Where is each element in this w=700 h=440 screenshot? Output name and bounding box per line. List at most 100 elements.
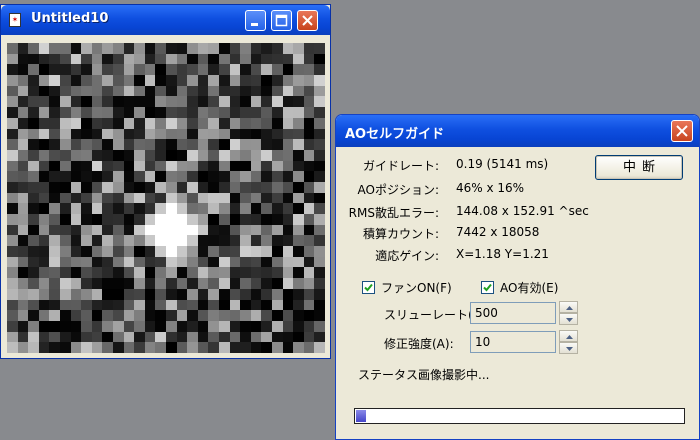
image-pixel: [166, 128, 177, 140]
image-pixel: [134, 320, 145, 332]
image-pixel: [166, 342, 177, 353]
image-pixel: [250, 181, 262, 193]
ao-enable-checkbox[interactable]: AO有効(E): [481, 279, 558, 295]
image-pixel: [49, 214, 60, 225]
image-pixel: [155, 299, 166, 311]
image-pixel: [38, 139, 50, 150]
image-pixel: [155, 203, 166, 215]
image-pixel: [60, 310, 71, 321]
image-pixel: [113, 64, 124, 76]
dialog-close-button[interactable]: [671, 120, 693, 142]
image-pixel: [28, 310, 39, 321]
image-pixel: [197, 203, 209, 215]
image-pixel: [70, 64, 82, 76]
image-pixel: [293, 43, 304, 54]
fan-on-checkbox[interactable]: ファンON(F): [362, 279, 452, 295]
image-pixel: [250, 342, 262, 353]
image-pixel: [7, 288, 18, 300]
image-pixel: [272, 160, 283, 172]
minimize-button[interactable]: [245, 10, 266, 31]
image-pixel: [60, 85, 71, 97]
image-pixel: [261, 64, 272, 76]
image-pixel: [102, 235, 113, 247]
image-pixel: [113, 117, 124, 129]
image-pixel: [208, 181, 219, 193]
image-pixel: [314, 160, 325, 172]
image-pixel: [261, 256, 272, 268]
image-pixel: [81, 64, 92, 76]
image-pixel: [7, 246, 18, 257]
adaptive-gain-value: X=1.18 Y=1.21: [456, 247, 549, 261]
checkbox-box[interactable]: [362, 280, 375, 294]
image-pixel: [134, 85, 145, 97]
image-pixel: [261, 149, 272, 161]
image-pixel: [187, 64, 198, 76]
image-pixel: [70, 171, 82, 182]
image-pixel: [60, 43, 71, 54]
image-pixel: [28, 235, 39, 247]
slew-rate-spinner[interactable]: [559, 301, 578, 325]
slew-rate-input[interactable]: 500: [470, 302, 556, 324]
dialog-titlebar[interactable]: AOセルフガイド: [336, 115, 699, 147]
image-pixel: [208, 235, 219, 247]
image-pixel: [28, 214, 39, 225]
spin-down-button[interactable]: [559, 342, 578, 354]
image-pixel: [81, 75, 92, 86]
image-pixel: [229, 256, 241, 268]
image-pixel: [38, 64, 50, 76]
app-document-icon[interactable]: ✶: [9, 13, 21, 27]
arrow-down-icon: [566, 318, 573, 322]
image-pixel: [272, 224, 283, 236]
image-window-titlebar[interactable]: ✶ Untitled10: [1, 5, 330, 35]
spin-up-button[interactable]: [559, 330, 578, 342]
image-pixel: [155, 342, 166, 353]
image-pixel: [102, 160, 113, 172]
image-pixel: [229, 224, 241, 236]
image-pixel: [17, 203, 29, 215]
image-pixel: [7, 342, 18, 353]
image-pixel: [60, 192, 71, 204]
image-pixel: [155, 160, 166, 172]
image-pixel: [91, 43, 103, 54]
image-pixel: [7, 139, 18, 150]
image-pixel: [7, 235, 18, 247]
image-close-button[interactable]: [297, 10, 318, 31]
stop-button[interactable]: 中断: [595, 155, 683, 180]
maximize-button[interactable]: [271, 10, 292, 31]
image-pixel: [17, 192, 29, 204]
image-pixel: [70, 299, 82, 311]
image-pixel: [240, 64, 251, 76]
image-pixel: [282, 331, 294, 343]
arrow-up-icon: [566, 335, 573, 339]
image-pixel: [187, 117, 198, 129]
image-pixel: [155, 278, 166, 289]
spin-up-button[interactable]: [559, 301, 578, 313]
image-pixel: [166, 214, 177, 225]
image-pixel: [91, 192, 103, 204]
image-pixel: [197, 331, 209, 343]
image-pixel: [166, 53, 177, 65]
image-pixel: [38, 107, 50, 118]
guide-star-image[interactable]: [7, 43, 325, 353]
image-pixel: [113, 203, 124, 215]
image-pixel: [282, 310, 294, 321]
correction-strength-input[interactable]: 10: [470, 331, 556, 353]
correction-strength-spinner[interactable]: [559, 330, 578, 354]
image-pixel: [208, 278, 219, 289]
image-pixel: [28, 320, 39, 332]
image-pixel: [166, 96, 177, 108]
image-pixel: [229, 96, 241, 108]
checkbox-box[interactable]: [481, 280, 494, 294]
image-pixel: [229, 267, 241, 279]
image-pixel: [91, 75, 103, 86]
image-pixel: [144, 139, 156, 150]
image-pixel: [144, 235, 156, 247]
image-pixel: [197, 117, 209, 129]
image-pixel: [113, 53, 124, 65]
image-pixel: [208, 256, 219, 268]
image-pixel: [250, 235, 262, 247]
image-pixel: [272, 246, 283, 257]
image-pixel: [219, 192, 230, 204]
spin-down-button[interactable]: [559, 313, 578, 325]
image-pixel: [7, 192, 18, 204]
